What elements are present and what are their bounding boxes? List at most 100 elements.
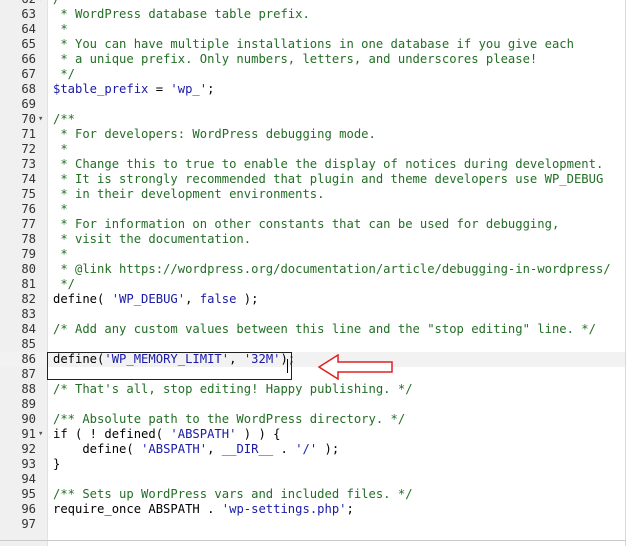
fold-toggle-icon[interactable]: ▾ (38, 427, 46, 442)
line-code: require_once ABSPATH . 'wp-settings.php'… (53, 502, 354, 517)
code-line[interactable]: 92 define( 'ABSPATH', __DIR__ . '/' ); (0, 442, 626, 457)
code-token: __DIR__ (221, 442, 274, 456)
code-line[interactable]: 78 * visit the documentation. (0, 232, 626, 247)
line-number: 70 (21, 112, 36, 126)
code-line[interactable]: 90 /** Absolute path to the WordPress dir… (0, 412, 626, 427)
line-number: 74 (21, 172, 36, 186)
line-code: * For information on other constants tha… (53, 217, 559, 232)
code-token: /** Sets up WordPress vars and included … (53, 487, 413, 501)
line-number: 75 (21, 187, 36, 201)
code-line[interactable]: 85 (0, 337, 626, 352)
line-code: /** Absolute path to the WordPress direc… (53, 412, 405, 427)
fold-toggle-icon[interactable]: ▾ (38, 112, 46, 127)
code-line[interactable]: 84 /* Add any custom values between this … (0, 322, 626, 337)
code-line[interactable]: 70 ▾ /** (0, 112, 626, 127)
code-token: * You can have multiple installations in… (53, 37, 574, 51)
code-token: ); (317, 442, 340, 456)
code-line[interactable]: 88 /* That's all, stop editing! Happy pub… (0, 382, 626, 397)
line-number: 68 (21, 82, 36, 96)
line-number: 88 (21, 382, 36, 396)
line-number: 87 (21, 367, 36, 381)
red-arrow-icon (318, 354, 393, 380)
code-line[interactable]: 96 require_once ABSPATH . 'wp-settings.ph… (0, 502, 626, 517)
line-number: 89 (21, 397, 36, 411)
code-token: . (273, 442, 296, 456)
code-line[interactable]: 93} (0, 457, 626, 472)
line-number: 73 (21, 157, 36, 171)
line-number: 72 (21, 142, 36, 156)
line-number: 64 (21, 22, 36, 36)
code-line[interactable]: 97 (0, 517, 626, 532)
code-line[interactable]: 62▾ /** (0, 0, 626, 7)
code-lines[interactable]: 62▾/**63 * WordPress database table pref… (0, 0, 626, 532)
code-token: ); (236, 292, 259, 306)
code-token: * (53, 247, 68, 261)
highlighted-line-box (47, 352, 292, 380)
code-token: if ( ! defined( (53, 427, 171, 441)
line-number: 69 (21, 97, 36, 111)
line-number: 66 (21, 52, 36, 66)
line-number: 78 (21, 232, 36, 246)
code-token: * (53, 142, 68, 156)
line-number: 93 (21, 457, 36, 471)
line-number: 90 (21, 412, 36, 426)
code-token: } (53, 457, 61, 471)
code-line[interactable]: 71 * For developers: WordPress debugging… (0, 127, 626, 142)
code-line[interactable]: 89 (0, 397, 626, 412)
code-line[interactable]: 83 (0, 307, 626, 322)
code-line[interactable]: 75 * in their development environments. (0, 187, 626, 202)
code-editor[interactable]: 62▾/**63 * WordPress database table pref… (0, 0, 626, 546)
line-number: 84 (21, 322, 36, 336)
code-line[interactable]: 79 * (0, 247, 626, 262)
line-code: } (53, 457, 60, 472)
code-line[interactable]: 66 * a unique prefix. Only numbers, lett… (0, 52, 626, 67)
code-line[interactable]: 91 ▾ if ( ! defined( 'ABSPATH' ) ) { (0, 427, 626, 442)
code-line[interactable]: 68 $table_prefix = 'wp_'; (0, 82, 626, 97)
code-line[interactable]: 72 * (0, 142, 626, 157)
line-code: * For developers: WordPress debugging mo… (53, 127, 376, 142)
line-code: define( 'ABSPATH', __DIR__ . '/' ); (53, 442, 339, 457)
code-token: /** (53, 112, 76, 126)
code-token: * (53, 22, 68, 36)
code-token: , (207, 442, 222, 456)
fold-toggle-icon[interactable]: ▾ (38, 0, 46, 7)
code-line[interactable]: 67 */ (0, 67, 626, 82)
line-number: 91 (21, 427, 36, 441)
code-token: * a unique prefix. Only numbers, letters… (53, 52, 538, 66)
code-line[interactable]: 81 */ (0, 277, 626, 292)
line-number: 85 (21, 337, 36, 351)
code-token: ; (346, 502, 354, 516)
code-line[interactable]: 80 * @link https://wordpress.org/documen… (0, 262, 626, 277)
line-number: 63 (21, 7, 36, 21)
code-token: 'WP_DEBUG' (111, 292, 186, 306)
line-number: 92 (21, 442, 36, 456)
code-token: 'wp-settings.php' (221, 502, 347, 516)
code-line[interactable]: 63 * WordPress database table prefix. (0, 7, 626, 22)
code-line[interactable]: 65 * You can have multiple installations… (0, 37, 626, 52)
line-code: /** (53, 112, 75, 127)
line-code: * @link https://wordpress.org/documentat… (53, 262, 610, 277)
line-code: $table_prefix = 'wp_'; (53, 82, 214, 97)
line-number: 62 (0, 0, 36, 7)
line-number: 81 (21, 277, 36, 291)
code-line[interactable]: 95 /** Sets up WordPress vars and include… (0, 487, 626, 502)
code-line[interactable]: 77 * For information on other constants … (0, 217, 626, 232)
line-code: define( 'WP_DEBUG', false ); (53, 292, 258, 307)
code-line[interactable]: 69 (0, 97, 626, 112)
code-line[interactable]: 76 * (0, 202, 626, 217)
code-token: 'wp_' (170, 82, 208, 96)
code-token: * visit the documentation. (53, 232, 252, 246)
line-code: * a unique prefix. Only numbers, letters… (53, 52, 537, 67)
line-number: 97 (21, 517, 36, 531)
line-number: 86 (21, 352, 36, 366)
code-token: 'ABSPATH' (170, 427, 237, 441)
code-line[interactable]: 82 define( 'WP_DEBUG', false ); (0, 292, 626, 307)
line-number: 95 (21, 487, 36, 501)
code-token: , (185, 292, 200, 306)
code-line[interactable]: 94 (0, 472, 626, 487)
code-token: /** Absolute path to the WordPress direc… (53, 412, 406, 426)
code-line[interactable]: 64 * (0, 22, 626, 37)
code-line[interactable]: 74 * It is strongly recommended that plu… (0, 172, 626, 187)
code-token: */ (53, 277, 76, 291)
code-line[interactable]: 73 * Change this to true to enable the d… (0, 157, 626, 172)
